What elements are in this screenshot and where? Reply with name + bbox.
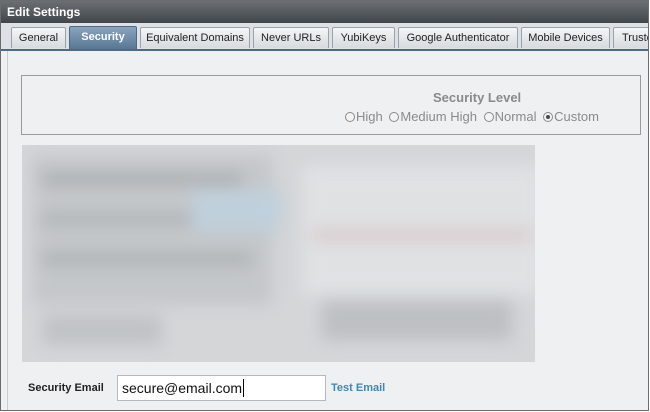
radio-high-label: High	[356, 109, 383, 124]
test-email-link[interactable]: Test Email	[331, 382, 385, 394]
radio-normal[interactable]: Normal	[483, 109, 537, 124]
window-title: Edit Settings	[1, 1, 648, 23]
radio-high-icon[interactable]	[345, 111, 355, 122]
radio-custom-icon[interactable]	[543, 111, 554, 122]
tab-general[interactable]: General	[11, 27, 66, 48]
tab-google-authenticator[interactable]: Google Authenticator	[398, 27, 518, 48]
radio-medium-high[interactable]: Medium High	[389, 109, 477, 124]
radio-high[interactable]: High	[345, 109, 383, 124]
radio-custom[interactable]: Custom	[543, 109, 599, 124]
security-tab-content: Security Level High Medium High Normal C…	[7, 51, 648, 410]
blurred-content	[22, 145, 535, 362]
radio-custom-label: Custom	[554, 109, 599, 124]
radio-medium-high-icon[interactable]	[389, 111, 400, 122]
blurred-settings-area	[22, 145, 535, 362]
tab-security[interactable]: Security	[69, 26, 137, 49]
edit-settings-window: Edit Settings General Security Equivalen…	[0, 0, 649, 411]
tab-mobile-devices[interactable]: Mobile Devices	[521, 27, 610, 48]
radio-normal-icon[interactable]	[483, 111, 494, 122]
radio-normal-label: Normal	[494, 109, 537, 124]
radio-medium-high-label: Medium High	[400, 109, 477, 124]
security-level-panel: Security Level High Medium High Normal C…	[21, 75, 641, 135]
tab-never-urls[interactable]: Never URLs	[253, 27, 329, 48]
text-cursor	[243, 379, 244, 397]
tab-trusted[interactable]: Truste	[613, 27, 648, 48]
tab-equivalent-domains[interactable]: Equivalent Domains	[140, 27, 250, 48]
security-email-input[interactable]	[117, 375, 326, 401]
settings-tab-strip: General Security Equivalent Domains Neve…	[1, 23, 648, 51]
security-level-radio-group: High Medium High Normal Custom	[345, 109, 602, 125]
tab-yubikeys[interactable]: YubiKeys	[332, 27, 395, 48]
security-level-title: Security Level	[433, 90, 522, 105]
security-email-label: Security Email	[28, 382, 104, 394]
